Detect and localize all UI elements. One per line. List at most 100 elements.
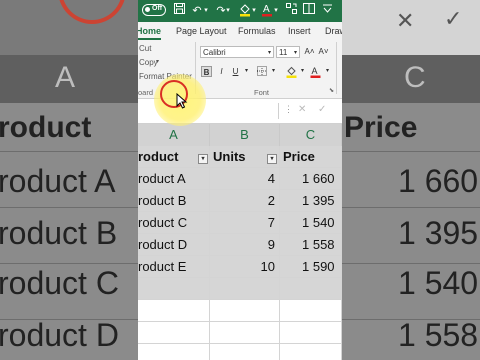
undo-dropdown-icon[interactable]: ▾: [202, 3, 210, 19]
bg-col-letter: C: [404, 61, 426, 94]
formula-options-icon[interactable]: ⋮: [284, 104, 293, 115]
cell-empty[interactable]: [280, 322, 342, 344]
header-cell-units[interactable]: Units ▾: [210, 146, 280, 168]
column-header-a[interactable]: A: [138, 124, 210, 146]
cell-empty[interactable]: [138, 344, 210, 360]
bg-price: 1 395: [398, 215, 479, 251]
customize-toolbar-icon[interactable]: [320, 3, 334, 19]
cancel-entry-icon[interactable]: ✕: [298, 104, 306, 115]
cell-empty[interactable]: [280, 344, 342, 360]
cell-units[interactable]: 7: [210, 212, 280, 234]
table-row: roduct B 2 1 395: [138, 190, 342, 240]
tab-home[interactable]: Home: [138, 22, 162, 40]
redo-dropdown-icon[interactable]: ▾: [224, 3, 232, 19]
header-product-text: roduct: [138, 149, 179, 164]
bold-button[interactable]: B: [201, 66, 212, 77]
cell-price[interactable]: 1 395: [280, 190, 342, 212]
cell-empty[interactable]: [210, 344, 280, 360]
cell-units[interactable]: 9: [210, 234, 280, 256]
bg-product: roduct A: [0, 163, 116, 199]
cell-product[interactable]: roduct B: [138, 190, 210, 212]
group-separator: [336, 42, 337, 94]
tab-insert[interactable]: Insert: [288, 22, 311, 40]
bg-header-price: Price: [344, 111, 418, 144]
cell-price[interactable]: 1 590: [280, 256, 342, 278]
font-dialog-launcher-icon[interactable]: ⬊: [329, 87, 334, 94]
cell-empty[interactable]: [138, 278, 210, 300]
borders-dropdown-icon[interactable]: ▾: [268, 66, 279, 77]
cell-empty[interactable]: [280, 300, 342, 322]
font-size-select[interactable]: 11 ▾: [276, 46, 300, 58]
fill-color-dropdown-icon[interactable]: ▾: [297, 66, 308, 77]
copy-dropdown-icon[interactable]: ▾: [156, 58, 159, 65]
cell-empty[interactable]: [138, 300, 210, 322]
filter-dropdown-icon[interactable]: ▾: [267, 154, 277, 164]
bg-product: roduct C: [0, 265, 119, 301]
table-row: roduct A 4 1 660: [138, 168, 342, 190]
table-row: [138, 278, 342, 300]
cell-price[interactable]: 1 558: [280, 234, 342, 256]
underline-button[interactable]: U: [230, 66, 241, 77]
column-header-b[interactable]: B: [210, 124, 280, 146]
table-row: roduct C 7 1 540: [138, 212, 342, 234]
decrease-font-size-button[interactable]: A˅: [318, 46, 329, 57]
cut-button[interactable]: Cut: [139, 44, 151, 53]
font-size-dropdown-icon: ▾: [293, 50, 297, 56]
table-row: [138, 344, 342, 360]
font-name-value: Calibri: [203, 48, 226, 57]
cell-empty[interactable]: [210, 300, 280, 322]
header-price-text: Price: [283, 149, 315, 164]
autosave-toggle[interactable]: Off: [142, 4, 166, 16]
bg-check-icon: ✓: [444, 6, 463, 31]
table-row: [138, 300, 342, 322]
fill-dropdown-icon[interactable]: ▾: [250, 3, 258, 19]
cell-product[interactable]: roduct A: [138, 168, 210, 190]
header-units-text: Units: [213, 149, 246, 164]
increase-font-size-button[interactable]: A˄: [304, 46, 315, 57]
copy-button[interactable]: Copy: [139, 58, 158, 67]
fill-color-icon[interactable]: [286, 66, 297, 78]
sort-icon[interactable]: [284, 3, 298, 19]
bg-product: roduct B: [0, 215, 118, 251]
cell-product[interactable]: roduct D: [138, 234, 210, 256]
cell-units[interactable]: 4: [210, 168, 280, 190]
font-color-ribbon-icon[interactable]: A: [310, 66, 321, 78]
font-name-select[interactable]: Calibri ▾: [200, 46, 274, 58]
cell-units[interactable]: 2: [210, 190, 280, 212]
header-cell-price[interactable]: Price: [280, 146, 342, 168]
borders-icon[interactable]: [256, 66, 267, 77]
italic-button[interactable]: I: [216, 66, 227, 77]
cell-units[interactable]: 10: [210, 256, 280, 278]
tab-draw[interactable]: Draw: [325, 22, 342, 40]
font-color-dropdown-icon[interactable]: ▾: [272, 3, 280, 19]
tab-page-layout[interactable]: Page Layout: [176, 22, 227, 40]
confirm-entry-icon[interactable]: ✓: [318, 104, 326, 115]
table-header-row: roduct ▾ Units ▾ Price: [138, 146, 342, 168]
clipboard-group-label: oard: [138, 88, 154, 97]
font-color-dropdown-ribbon-icon[interactable]: ▾: [322, 66, 333, 77]
underline-dropdown-icon[interactable]: ▾: [241, 66, 252, 77]
font-name-dropdown-icon: ▾: [267, 50, 271, 56]
cell-empty[interactable]: [280, 278, 342, 300]
save-icon[interactable]: [172, 3, 186, 19]
tab-formulas[interactable]: Formulas: [238, 22, 276, 40]
cell-product[interactable]: roduct C: [138, 212, 210, 234]
svg-text:A: A: [312, 66, 318, 76]
column-header-c[interactable]: C: [280, 124, 342, 146]
excel-window: Off ↶ ▾ ↷ ▾ ▾ A ▾ Home Page Layout Formu…: [138, 0, 342, 360]
toggle-icon[interactable]: [302, 3, 316, 19]
bg-price: 1 558: [398, 317, 479, 353]
table-row: roduct D 9 1 558: [138, 234, 342, 256]
cell-empty[interactable]: [138, 322, 210, 344]
svg-text:A: A: [263, 4, 270, 15]
cell-empty[interactable]: [210, 322, 280, 344]
cell-empty[interactable]: [210, 278, 280, 300]
table-row: [138, 322, 342, 344]
cell-price[interactable]: 1 660: [280, 168, 342, 190]
cell-price[interactable]: 1 540: [280, 212, 342, 234]
header-cell-product[interactable]: roduct ▾: [138, 146, 210, 168]
table-row: roduct E 10 1 590: [138, 256, 342, 278]
column-headers: A B C: [138, 124, 342, 147]
filter-dropdown-icon[interactable]: ▾: [198, 154, 208, 164]
cell-product[interactable]: roduct E: [138, 256, 210, 278]
